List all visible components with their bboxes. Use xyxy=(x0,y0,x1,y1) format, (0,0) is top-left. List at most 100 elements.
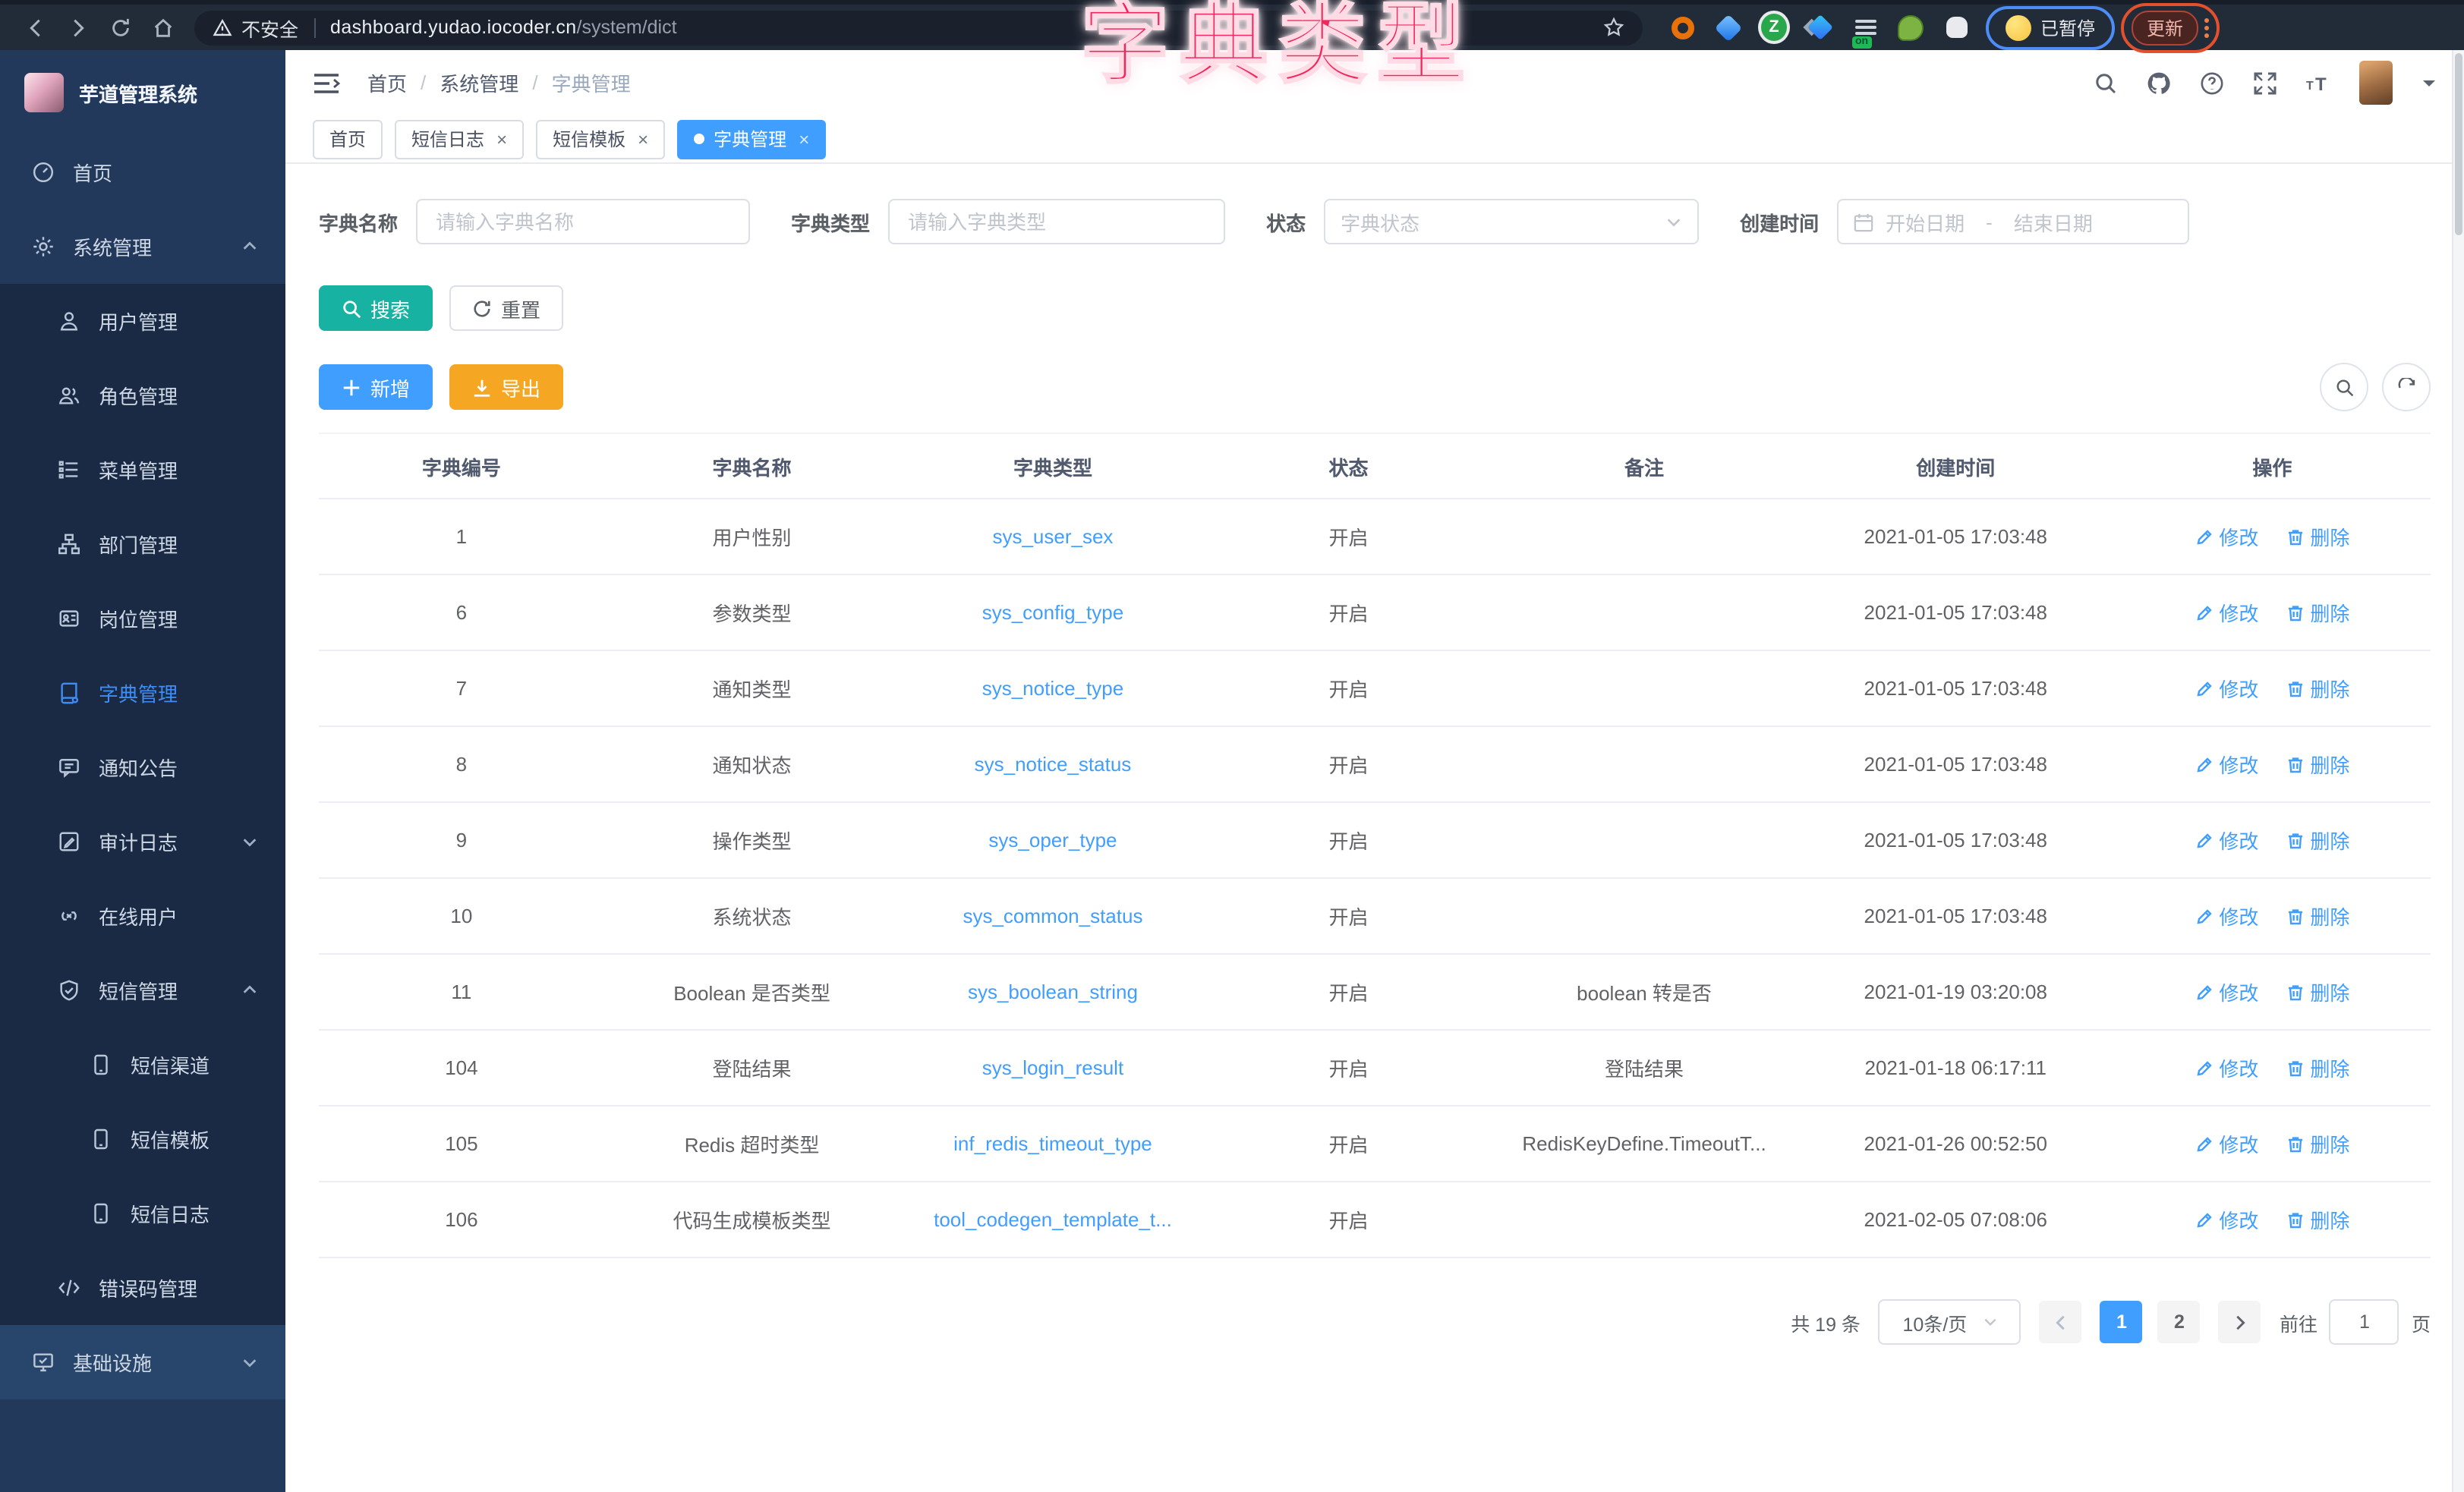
github-icon[interactable] xyxy=(2147,71,2171,95)
sidebar-item-user[interactable]: 用户管理 xyxy=(0,284,285,358)
edit-link[interactable]: 修改 xyxy=(2195,674,2258,703)
edit-link[interactable]: 修改 xyxy=(2195,902,2258,930)
dict-type-link[interactable]: sys_oper_type xyxy=(988,829,1117,851)
browser-menu-icon[interactable] xyxy=(2204,17,2209,37)
delete-link[interactable]: 删除 xyxy=(2286,1053,2349,1082)
tab-短信日志[interactable]: 短信日志× xyxy=(395,119,524,159)
dict-type-link[interactable]: sys_common_status xyxy=(963,905,1142,927)
delete-link[interactable]: 删除 xyxy=(2286,522,2349,551)
extension-green-leaf-icon[interactable] xyxy=(1895,11,1927,43)
tab-首页[interactable]: 首页 xyxy=(313,119,383,159)
sidebar-collapse-icon[interactable] xyxy=(313,71,340,95)
search-icon[interactable] xyxy=(2094,71,2118,95)
extension-orange-ring-icon[interactable] xyxy=(1667,11,1699,43)
prev-page-button[interactable] xyxy=(2040,1301,2082,1343)
status-select[interactable]: 字典状态 xyxy=(1324,199,1699,244)
sidebar-item-post[interactable]: 岗位管理 xyxy=(0,581,285,656)
chrome-update-button[interactable]: 更新 xyxy=(2132,10,2198,45)
sidebar-item-sms-log[interactable]: 短信日志 xyxy=(0,1176,285,1251)
delete-link[interactable]: 删除 xyxy=(2286,977,2349,1006)
tab-短信模板[interactable]: 短信模板× xyxy=(536,119,665,159)
scrollbar-thumb[interactable] xyxy=(2455,53,2462,235)
edit-link[interactable]: 修改 xyxy=(2195,1205,2258,1234)
page-button-1[interactable]: 1 xyxy=(2100,1301,2143,1343)
dict-type-link[interactable]: tool_codegen_template_t... xyxy=(934,1208,1172,1231)
dict-type-link[interactable]: sys_boolean_string xyxy=(968,981,1138,1003)
sidebar-item-dict[interactable]: 字典管理 xyxy=(0,656,285,730)
edit-link[interactable]: 修改 xyxy=(2195,826,2258,855)
edit-link[interactable]: 修改 xyxy=(2195,522,2258,551)
extension-list-switch-icon[interactable]: on xyxy=(1849,11,1881,43)
date-range-picker[interactable]: 开始日期 - 结束日期 xyxy=(1837,199,2189,244)
sidebar-item-system[interactable]: 系统管理 xyxy=(0,209,285,284)
dict-name-input[interactable] xyxy=(433,209,733,235)
sidebar-item-notice[interactable]: 通知公告 xyxy=(0,730,285,804)
dict-type-link[interactable]: sys_config_type xyxy=(982,601,1123,624)
delete-link[interactable]: 删除 xyxy=(2286,902,2349,930)
browser-back-button[interactable] xyxy=(15,8,55,47)
edit-link[interactable]: 修改 xyxy=(2195,1053,2258,1082)
delete-link[interactable]: 删除 xyxy=(2286,674,2349,703)
extension-blue-diamond-icon[interactable] xyxy=(1804,11,1835,43)
sidebar-item-sms[interactable]: 短信管理 xyxy=(0,953,285,1028)
toggle-search-button[interactable] xyxy=(2320,363,2368,411)
sidebar-item-sms-channel[interactable]: 短信渠道 xyxy=(0,1028,285,1102)
delete-link[interactable]: 删除 xyxy=(2286,1205,2349,1234)
dict-type-link[interactable]: sys_user_sex xyxy=(992,525,1113,548)
edit-link[interactable]: 修改 xyxy=(2195,750,2258,779)
user-avatar[interactable] xyxy=(2359,61,2393,105)
dict-type-link[interactable]: inf_redis_timeout_type xyxy=(953,1132,1152,1155)
refresh-table-button[interactable] xyxy=(2382,363,2431,411)
dict-type-link[interactable]: sys_notice_status xyxy=(975,753,1132,776)
next-page-button[interactable] xyxy=(2219,1301,2261,1343)
sidebar-item-menu[interactable]: 菜单管理 xyxy=(0,433,285,507)
close-icon[interactable]: × xyxy=(799,128,809,150)
sidebar-item-dept[interactable]: 部门管理 xyxy=(0,507,285,581)
reset-button[interactable]: 重置 xyxy=(449,285,563,331)
sidebar-item-sms-template[interactable]: 短信模板 xyxy=(0,1102,285,1176)
delete-link[interactable]: 删除 xyxy=(2286,1129,2349,1158)
bookmark-star-icon[interactable] xyxy=(1603,17,1624,38)
breadcrumb-item[interactable]: 首页 xyxy=(367,68,407,97)
page-size-select[interactable]: 10条/页 xyxy=(1879,1299,2021,1345)
browser-home-button[interactable] xyxy=(143,8,182,47)
sidebar-item-audit-log[interactable]: 审计日志 xyxy=(0,804,285,879)
extension-blue-gem-icon[interactable] xyxy=(1713,11,1744,43)
extension-puzzle-icon[interactable] xyxy=(1940,11,1972,43)
sidebar-item-role[interactable]: 角色管理 xyxy=(0,358,285,433)
page-button-2[interactable]: 2 xyxy=(2158,1301,2201,1343)
browser-reload-button[interactable] xyxy=(100,8,140,47)
app-logo-row[interactable]: 芋道管理系统 xyxy=(0,50,285,135)
close-icon[interactable]: × xyxy=(638,128,648,150)
font-size-icon[interactable]: TT xyxy=(2306,71,2330,95)
created-cell: 2021-01-19 03:20:08 xyxy=(1798,954,2114,1030)
add-button[interactable]: 新增 xyxy=(319,364,433,410)
export-button[interactable]: 导出 xyxy=(449,364,563,410)
browser-scrollbar[interactable] xyxy=(2452,50,2464,1492)
breadcrumb-item[interactable]: 系统管理 xyxy=(440,68,518,97)
sidebar-item-infra[interactable]: 基础设施 xyxy=(0,1325,285,1399)
edit-link[interactable]: 修改 xyxy=(2195,598,2258,627)
goto-page-input[interactable] xyxy=(2330,1299,2399,1345)
help-icon[interactable] xyxy=(2200,71,2224,95)
dict-type-link[interactable]: sys_login_result xyxy=(982,1056,1123,1079)
dict-type-input[interactable] xyxy=(905,209,1208,235)
close-icon[interactable]: × xyxy=(496,128,507,150)
extension-green-circle-icon[interactable]: Z xyxy=(1758,11,1790,43)
edit-link[interactable]: 修改 xyxy=(2195,1129,2258,1158)
sidebar-item-error-code[interactable]: 错误码管理 xyxy=(0,1251,285,1325)
edit-link[interactable]: 修改 xyxy=(2195,977,2258,1006)
browser-profile-chip[interactable]: 已暂停 xyxy=(1993,11,2107,43)
browser-forward-button[interactable] xyxy=(58,8,97,47)
fullscreen-icon[interactable] xyxy=(2253,71,2277,95)
sidebar-item-online-user[interactable]: 在线用户 xyxy=(0,879,285,953)
avatar-caret-icon[interactable] xyxy=(2421,75,2437,90)
delete-link[interactable]: 删除 xyxy=(2286,826,2349,855)
delete-link[interactable]: 删除 xyxy=(2286,598,2349,627)
sidebar-item-home[interactable]: 首页 xyxy=(0,135,285,209)
site-security-label[interactable]: 不安全 xyxy=(213,13,298,42)
search-button[interactable]: 搜索 xyxy=(319,285,433,331)
delete-link[interactable]: 删除 xyxy=(2286,750,2349,779)
dict-type-link[interactable]: sys_notice_type xyxy=(982,677,1123,700)
tab-字典管理[interactable]: 字典管理× xyxy=(677,119,826,159)
